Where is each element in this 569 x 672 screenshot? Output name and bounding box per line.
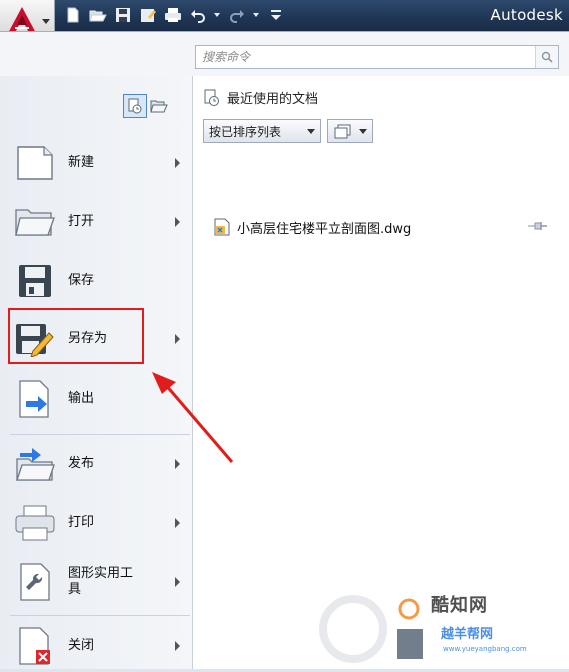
menu-item-label: 输出	[68, 391, 95, 406]
highlight-annotation-box	[8, 308, 144, 364]
chevron-down-icon	[359, 129, 367, 134]
search-button[interactable]	[535, 46, 558, 68]
menu-item-drawing-utilities[interactable]: 图形实用工具	[12, 556, 188, 608]
customize-icon	[271, 10, 281, 20]
menu-item-label: 发布	[68, 456, 95, 471]
undo-dropdown[interactable]	[212, 4, 222, 26]
qat-redo-button[interactable]	[226, 4, 248, 26]
quick-access-toolbar	[62, 4, 290, 26]
recent-documents-icon	[204, 89, 219, 106]
dwg-file-icon	[214, 218, 230, 236]
menu-item-save[interactable]: 保存	[12, 255, 188, 307]
menu-item-label: 打印	[68, 515, 95, 530]
open-documents-icon	[150, 100, 168, 113]
recent-document-name: 小高层住宅楼平立剖面图.dwg	[237, 221, 412, 237]
recent-documents-title: 最近使用的文档	[203, 88, 318, 107]
close-document-icon	[12, 624, 58, 668]
submenu-arrow-icon	[175, 577, 180, 587]
chevron-down-icon	[307, 129, 315, 134]
recent-document-item[interactable]: 小高层住宅楼平立剖面图.dwg	[213, 216, 549, 238]
printer-icon	[12, 501, 58, 545]
recent-documents-title-text: 最近使用的文档	[227, 92, 319, 107]
menu-item-publish[interactable]: 发布	[12, 438, 188, 490]
publish-icon	[12, 442, 58, 486]
print-icon	[165, 8, 181, 22]
redo-icon	[230, 10, 244, 23]
menu-item-close[interactable]: 关闭	[12, 620, 188, 672]
undo-icon	[191, 10, 205, 23]
submenu-arrow-icon	[175, 334, 180, 344]
menu-item-label: 关闭	[68, 638, 95, 653]
open-folder-icon	[12, 200, 58, 244]
menu-item-label: 打开	[68, 214, 95, 229]
menu-item-label: 新建	[68, 155, 95, 170]
pin-icon[interactable]	[527, 220, 549, 232]
menu-separator	[10, 434, 190, 435]
submenu-arrow-icon	[175, 158, 180, 168]
save-icon	[12, 259, 58, 303]
menu-item-label: 图形实用工具	[68, 566, 133, 598]
menu-item-export[interactable]: 输出	[12, 373, 188, 425]
submenu-arrow-icon	[175, 459, 180, 469]
view-mode-dropdown[interactable]	[327, 119, 373, 143]
menu-item-open[interactable]: 打开	[12, 196, 188, 248]
save-icon	[116, 8, 130, 22]
submenu-arrow-icon	[175, 518, 180, 528]
sort-order-label: 按已排序列表	[209, 124, 282, 139]
recent-documents-toggle[interactable]	[123, 94, 147, 118]
save-as-icon	[141, 9, 156, 22]
recent-documents-pane: 最近使用的文档 按已排序列表 小高层住宅楼平立剖面图.dwg	[193, 76, 569, 669]
qat-save-button[interactable]	[112, 4, 134, 26]
menu-item-new[interactable]: 新建	[12, 137, 188, 189]
open-documents-toggle[interactable]	[147, 94, 171, 118]
icon-view-icon	[334, 124, 351, 139]
chevron-down-icon	[42, 19, 50, 24]
submenu-arrow-icon	[175, 641, 180, 651]
new-icon	[67, 7, 79, 23]
brand-label: Autodesk	[490, 6, 563, 24]
export-icon	[12, 377, 58, 421]
menu-item-label-line2: 具	[68, 582, 82, 597]
menu-item-label: 保存	[68, 273, 95, 288]
qat-open-button[interactable]	[87, 4, 109, 26]
sort-order-dropdown[interactable]: 按已排序列表	[203, 119, 321, 143]
search-input[interactable]	[196, 46, 536, 68]
submenu-arrow-icon	[175, 217, 180, 227]
menu-item-label-line1: 图形实用工	[68, 566, 134, 581]
qat-new-button[interactable]	[62, 4, 84, 26]
new-document-icon	[12, 141, 58, 185]
menu-item-print[interactable]: 打印	[12, 497, 188, 549]
redo-dropdown[interactable]	[251, 4, 261, 26]
recent-documents-icon	[128, 98, 142, 114]
qat-save-as-button[interactable]	[137, 4, 159, 26]
search-icon	[541, 51, 553, 63]
document-view-toggle	[123, 94, 171, 118]
menu-separator	[10, 615, 190, 616]
application-menu: 新建 打开 保存 另存为 输出 发布	[0, 31, 569, 669]
qat-undo-button[interactable]	[187, 4, 209, 26]
wrench-icon	[12, 560, 58, 604]
qat-customize-button[interactable]	[265, 4, 287, 26]
search-box	[195, 45, 559, 69]
qat-print-button[interactable]	[162, 4, 184, 26]
title-bar: Autodesk	[0, 0, 569, 31]
open-icon	[89, 10, 107, 22]
